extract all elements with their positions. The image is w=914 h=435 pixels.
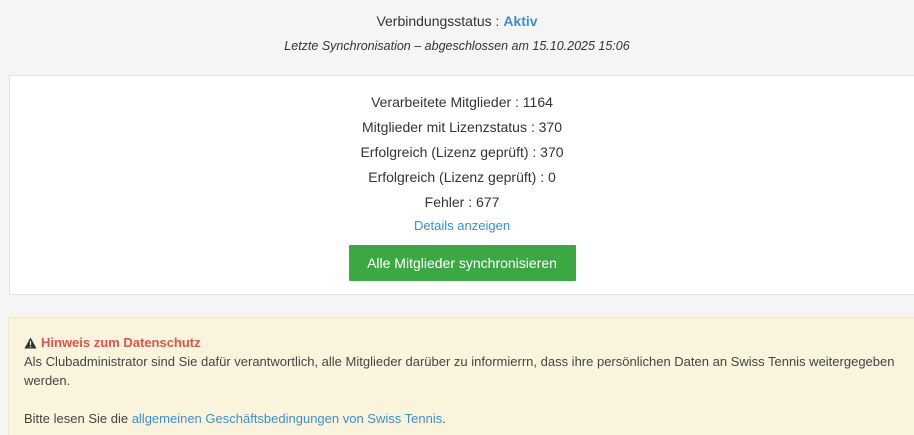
- stat-errors: Fehler : 677: [424, 194, 500, 210]
- stat-success-license-checked-2: Erfolgreich (Lizenz geprüft) : 0: [368, 169, 556, 185]
- details-link[interactable]: Details anzeigen: [414, 216, 510, 236]
- stat-processed-members: Verarbeitete Mitglieder : 1164: [371, 94, 553, 110]
- notice-footer: Bitte lesen Sie die allgemeinen Geschäft…: [24, 409, 899, 428]
- connection-status-value: Aktiv: [503, 13, 538, 29]
- terms-link[interactable]: allgemeinen Geschäftsbedingungen von Swi…: [132, 411, 443, 426]
- notice-title-text: Hinweis zum Datenschutz: [41, 335, 201, 350]
- connection-status: Verbindungsstatus : Aktiv: [0, 11, 914, 31]
- notice-footer-prefix: Bitte lesen Sie die: [24, 411, 132, 426]
- privacy-notice: Hinweis zum Datenschutz Als Clubadminist…: [8, 317, 914, 435]
- notice-title: Hinweis zum Datenschutz: [24, 333, 899, 352]
- warning-icon: [24, 337, 37, 348]
- notice-footer-suffix: .: [442, 411, 446, 426]
- connection-status-label: Verbindungsstatus :: [376, 13, 504, 29]
- page: Verbindungsstatus : Aktiv Letzte Synchro…: [0, 0, 914, 435]
- sync-all-members-button[interactable]: Alle Mitglieder synchronisieren: [348, 245, 576, 281]
- sync-stats-panel: Verarbeitete Mitglieder : 1164 Mitgliede…: [9, 75, 914, 295]
- stats-list: Verarbeitete Mitglieder : 1164 Mitgliede…: [10, 76, 914, 215]
- notice-body: Als Clubadministrator sind Sie dafür ver…: [24, 354, 895, 388]
- stat-members-with-license: Mitglieder mit Lizenzstatus : 370: [362, 119, 562, 135]
- connection-status-section: Verbindungsstatus : Aktiv Letzte Synchro…: [0, 0, 914, 55]
- last-sync-info: Letzte Synchronisation – abgeschlossen a…: [284, 39, 630, 53]
- stat-success-license-checked: Erfolgreich (Lizenz geprüft) : 370: [360, 144, 564, 160]
